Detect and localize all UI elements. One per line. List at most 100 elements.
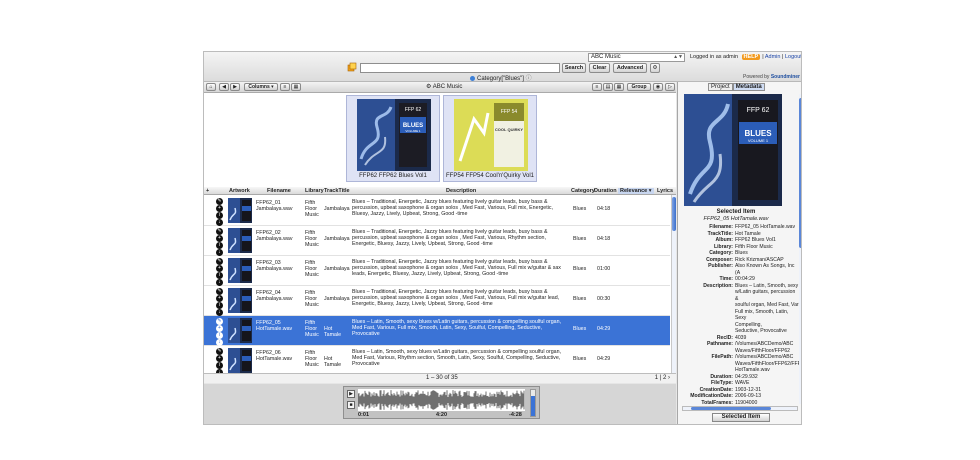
cell-library: Fifth Floor Music bbox=[305, 230, 319, 248]
col-category[interactable]: Category bbox=[571, 188, 595, 194]
home-button[interactable]: ⌂ bbox=[206, 83, 216, 91]
grid-icon: ▦ bbox=[293, 84, 299, 90]
download-icon[interactable]: ↓ bbox=[216, 249, 223, 256]
forward-button[interactable]: ▶ bbox=[230, 83, 240, 91]
scroll-thumb[interactable] bbox=[799, 98, 801, 248]
add-icon[interactable]: + bbox=[216, 265, 223, 272]
library-select[interactable]: ABC Music ▲▼ bbox=[588, 53, 685, 62]
table-row[interactable]: ✎ + i ↓ FFP62_04 Jambalaya.wav Fifth Floor Mu… bbox=[204, 286, 670, 316]
download-icon[interactable]: ↓ bbox=[216, 309, 223, 316]
help-button[interactable]: HELP bbox=[741, 54, 761, 60]
edit-icon[interactable]: ✎ bbox=[216, 348, 223, 355]
play-button[interactable]: ▶ bbox=[347, 390, 355, 398]
info-icon[interactable]: i bbox=[216, 302, 223, 309]
edit-icon[interactable]: ✎ bbox=[216, 258, 223, 265]
metadata-key: Description: bbox=[703, 282, 733, 289]
info-icon[interactable]: i bbox=[216, 332, 223, 339]
back-button[interactable]: ◀ bbox=[219, 83, 229, 91]
clear-button[interactable]: Clear bbox=[589, 63, 610, 73]
col-duration[interactable]: Duration bbox=[594, 188, 617, 194]
table-row[interactable]: ✎ + i ↓ FFP62_05 HotTamale.wav Fifth Floor Mu… bbox=[204, 316, 670, 346]
col-lyrics[interactable]: Lyrics bbox=[657, 188, 673, 194]
col-artwork[interactable]: Artwork bbox=[229, 188, 250, 194]
edit-icon[interactable]: ✎ bbox=[216, 198, 223, 205]
info-icon[interactable]: i bbox=[216, 272, 223, 279]
view-list-button[interactable]: ≡ bbox=[592, 83, 602, 91]
artwork-thumbnail[interactable] bbox=[228, 318, 252, 343]
advanced-button[interactable]: Advanced bbox=[613, 63, 647, 73]
view-detail-button[interactable]: ▤ bbox=[603, 83, 613, 91]
album-cover-cool-quirky: FFP 54 COOL QUIRKY bbox=[454, 99, 528, 171]
edit-icon[interactable]: ✎ bbox=[216, 288, 223, 295]
artwork-thumbnail[interactable] bbox=[228, 228, 252, 253]
table-scrollbar[interactable] bbox=[671, 195, 676, 383]
col-relevance-label: Relevance bbox=[620, 188, 648, 194]
page-links[interactable]: 1 | 2 › bbox=[655, 375, 670, 381]
collapse-button[interactable]: ▷ bbox=[665, 83, 675, 91]
view-grid-button[interactable]: ▦ bbox=[614, 83, 624, 91]
artwork-thumbnail[interactable] bbox=[228, 198, 252, 223]
folder-icon: ⚙ bbox=[426, 84, 432, 90]
col-description[interactable]: Description bbox=[446, 188, 476, 194]
results-count: 1 – 30 of 35 bbox=[426, 375, 458, 381]
col-library[interactable]: Library bbox=[305, 188, 324, 194]
edit-icon[interactable]: ✎ bbox=[216, 318, 223, 325]
metadata-hscrollbar[interactable] bbox=[682, 406, 798, 411]
table-row[interactable]: ✎ + i ↓ FFP62_02 Jambalaya.wav Fifth Floor Mu… bbox=[204, 226, 670, 256]
table-row[interactable]: ✎ + i ↓ FFP62_06 HotTamale.wav Fifth Floor Mu… bbox=[204, 346, 670, 376]
add-icon[interactable]: + bbox=[216, 235, 223, 242]
logout-link[interactable]: Logout bbox=[785, 54, 801, 60]
col-relevance[interactable]: Relevance ▾ bbox=[618, 188, 654, 194]
col-tracktitle[interactable]: TrackTitle bbox=[324, 188, 350, 194]
album-tile[interactable]: FFP 54 COOL QUIRKY FFP54 FFP54 Cool'n'Qu… bbox=[443, 95, 537, 182]
add-icon[interactable]: + bbox=[216, 355, 223, 362]
metadata-panel: Project Metadata FFP 62 BLUES VOLUME 1 Se… bbox=[677, 82, 801, 424]
svg-text:FFP 62: FFP 62 bbox=[405, 107, 422, 113]
metadata-value: /Volumes/ABCDemo/ABC Waves/FifthFloor/FF… bbox=[735, 354, 800, 373]
tab-metadata[interactable]: Metadata bbox=[732, 83, 765, 91]
table-row[interactable]: ✎ + i ↓ FFP62_01 Jambalaya.wav Fifth Floor Mu… bbox=[204, 196, 670, 226]
cell-library: Fifth Floor Music bbox=[305, 320, 319, 338]
artwork-thumbnail[interactable] bbox=[228, 288, 252, 313]
soundminer-app: ABC Music ▲▼ Logged in as admin HELP | Ad… bbox=[203, 51, 802, 425]
table-row[interactable]: ✎ + i ↓ FFP62_03 Jambalaya.wav Fifth Floor Mu… bbox=[204, 256, 670, 286]
eye-button[interactable]: ◉ bbox=[653, 83, 663, 91]
chevron-right-icon[interactable]: › bbox=[668, 375, 670, 381]
info-icon[interactable]: i bbox=[216, 212, 223, 219]
waveform[interactable] bbox=[358, 389, 525, 411]
tab-project[interactable]: Project bbox=[708, 83, 733, 91]
group-button[interactable]: Group bbox=[627, 83, 651, 91]
metadata-scrollbar[interactable] bbox=[799, 94, 801, 404]
download-icon[interactable]: ↓ bbox=[216, 279, 223, 286]
info-icon[interactable]: i bbox=[216, 362, 223, 369]
login-status: Logged in as admin HELP | Admin | Logout bbox=[690, 54, 802, 60]
edit-icon[interactable]: ✎ bbox=[216, 228, 223, 235]
selected-item-button[interactable]: Selected Item bbox=[712, 413, 770, 422]
gear-button[interactable]: ⚙ bbox=[650, 63, 660, 73]
columns-button[interactable]: Columns ▾ bbox=[244, 83, 278, 91]
list-view-button[interactable]: ≡ bbox=[280, 83, 290, 91]
admin-link[interactable]: Admin bbox=[765, 54, 781, 60]
metadata-key: Publisher: bbox=[708, 263, 733, 269]
add-icon[interactable]: + bbox=[216, 205, 223, 212]
breadcrumb: ⚙ ABC Music bbox=[426, 83, 462, 90]
cell-library: Fifth Floor Music bbox=[305, 200, 319, 218]
stop-button[interactable]: ■ bbox=[347, 401, 355, 409]
col-filename[interactable]: Filename bbox=[267, 188, 291, 194]
artwork-thumbnail[interactable] bbox=[228, 258, 252, 283]
artwork-thumbnail[interactable] bbox=[228, 348, 252, 373]
download-icon[interactable]: ↓ bbox=[216, 339, 223, 346]
add-icon[interactable]: + bbox=[216, 295, 223, 302]
download-icon[interactable]: ↓ bbox=[216, 219, 223, 226]
add-icon[interactable]: + bbox=[216, 325, 223, 332]
add-column-icon[interactable]: + bbox=[206, 188, 209, 194]
scroll-thumb[interactable] bbox=[672, 197, 676, 231]
cell-category: Blues bbox=[573, 356, 587, 362]
scroll-thumb[interactable] bbox=[691, 407, 771, 410]
album-tile[interactable]: FFP 62 BLUES VOLUME 1 FFP62 FFP62 Blues … bbox=[346, 95, 440, 182]
search-button[interactable]: Search bbox=[562, 63, 586, 73]
grid-view-button[interactable]: ▦ bbox=[291, 83, 301, 91]
volume-slider[interactable] bbox=[530, 389, 536, 417]
search-input[interactable] bbox=[360, 63, 560, 73]
info-icon[interactable]: i bbox=[216, 242, 223, 249]
